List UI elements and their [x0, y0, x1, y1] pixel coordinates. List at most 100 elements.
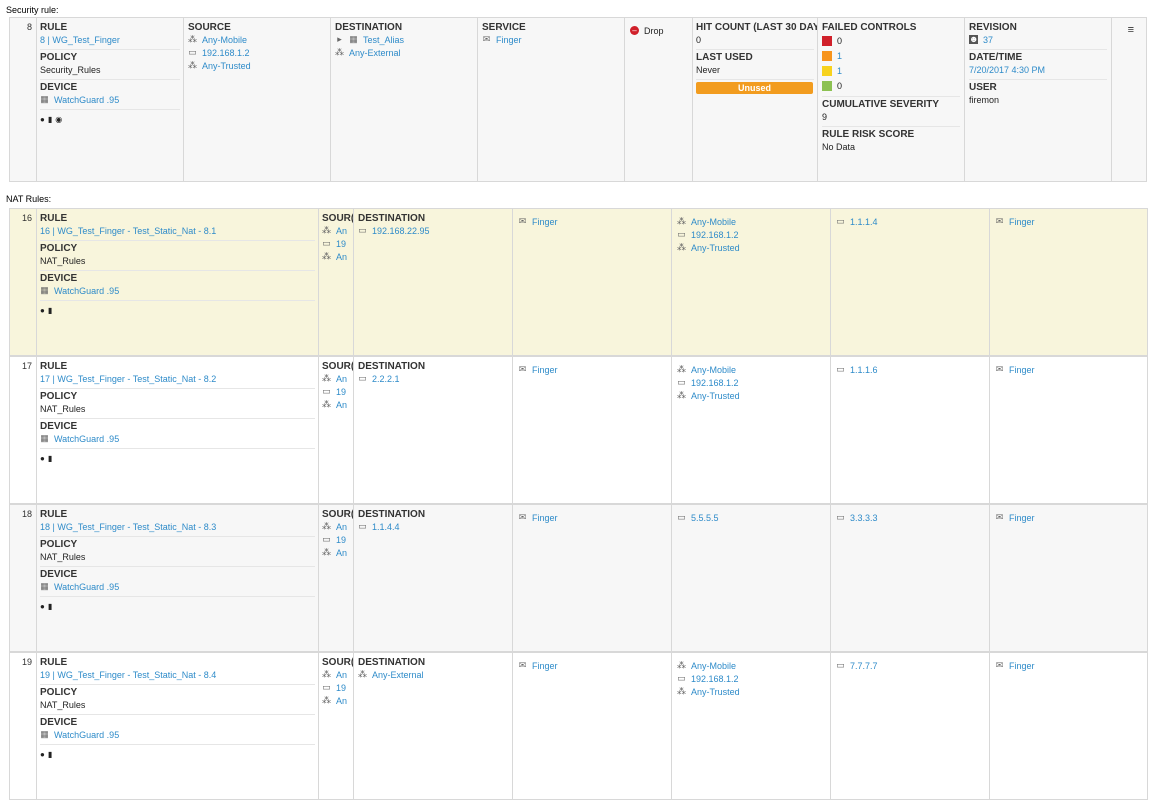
- expand-caret-icon[interactable]: ▸: [335, 35, 344, 44]
- rule-link[interactable]: 16 | WG_Test_Finger - Test_Static_Nat - …: [40, 226, 216, 236]
- row-number: 17: [10, 357, 37, 503]
- source-item[interactable]: 192.168.1.2: [202, 48, 250, 58]
- destination-item[interactable]: Any-External: [349, 48, 401, 58]
- destination-item[interactable]: 2.2.2.1: [372, 374, 400, 384]
- source-header: SOUR(: [322, 509, 354, 520]
- source-item[interactable]: Any-Mobile: [202, 35, 247, 45]
- hamburger-menu-icon[interactable]: ≡: [1128, 24, 1134, 36]
- translated-service-item[interactable]: Finger: [1009, 365, 1035, 375]
- security-rule-row[interactable]: 8 RULE 8 | WG_Test_Finger POLICY Securit…: [9, 17, 1147, 182]
- destination-item[interactable]: Test_Alias: [363, 35, 404, 45]
- translated-source-item[interactable]: 192.168.1.2: [691, 230, 739, 240]
- comment-icon[interactable]: ●: [40, 115, 45, 124]
- translated-service-item[interactable]: Finger: [1009, 513, 1035, 523]
- action-value: Drop: [644, 25, 664, 36]
- source-item[interactable]: An: [336, 374, 347, 384]
- source-item[interactable]: 19: [336, 683, 346, 693]
- rule-link[interactable]: 19 | WG_Test_Finger - Test_Static_Nat - …: [40, 670, 216, 680]
- source-item[interactable]: Any-Trusted: [202, 61, 251, 71]
- source-item[interactable]: 19: [336, 387, 346, 397]
- device-header: DEVICE: [40, 569, 78, 580]
- device-link[interactable]: WatchGuard .95: [54, 582, 119, 592]
- source-item[interactable]: An: [336, 548, 347, 558]
- document-icon[interactable]: ▮: [48, 454, 52, 463]
- source-item[interactable]: An: [336, 670, 347, 680]
- destination-item[interactable]: 1.1.4.4: [372, 522, 400, 532]
- network-icon: ⁂: [335, 47, 344, 57]
- document-icon[interactable]: ▮: [48, 115, 52, 124]
- service-icon: ✉: [518, 364, 527, 374]
- device-link[interactable]: WatchGuard .95: [54, 434, 119, 444]
- history-icon[interactable]: ◉: [55, 115, 62, 124]
- service-item[interactable]: Finger: [532, 365, 558, 375]
- translated-source-item[interactable]: 192.168.1.2: [691, 378, 739, 388]
- destination-item[interactable]: Any-External: [372, 670, 424, 680]
- source-item[interactable]: An: [336, 252, 347, 262]
- nat-rule-row[interactable]: 18 RULE 18 | WG_Test_Finger - Test_Stati…: [9, 504, 1148, 652]
- translated-source-item[interactable]: 192.168.1.2: [691, 674, 739, 684]
- device-link[interactable]: WatchGuard .95: [54, 286, 119, 296]
- translated-source-item[interactable]: Any-Trusted: [691, 391, 740, 401]
- nat-rule-row[interactable]: 19 RULE 19 | WG_Test_Finger - Test_Stati…: [9, 652, 1148, 800]
- failed-high-count[interactable]: 1: [837, 51, 842, 61]
- destination-cell: DESTINATION ▸ ▦ Test_Alias ⁂ Any-External: [331, 18, 478, 181]
- user-value: firemon: [969, 94, 1000, 105]
- hit-count-cell: HIT COUNT (LAST 30 DAYS 0 LAST USED Neve…: [693, 18, 818, 181]
- translated-source-item[interactable]: Any-Trusted: [691, 243, 740, 253]
- source-header: SOUR(: [322, 361, 354, 372]
- document-icon[interactable]: ▮: [48, 750, 52, 759]
- source-item[interactable]: An: [336, 400, 347, 410]
- service-item[interactable]: Finger: [532, 217, 558, 227]
- service-item[interactable]: Finger: [532, 513, 558, 523]
- service-item[interactable]: Finger: [496, 35, 522, 45]
- translated-source-item[interactable]: Any-Mobile: [691, 661, 736, 671]
- service-cell: ✉ Finger: [513, 505, 672, 651]
- rule-link[interactable]: 18 | WG_Test_Finger - Test_Static_Nat - …: [40, 522, 216, 532]
- source-item[interactable]: 19: [336, 535, 346, 545]
- source-item[interactable]: 19: [336, 239, 346, 249]
- translated-destination-item[interactable]: 1.1.1.6: [850, 365, 878, 375]
- service-icon: ✉: [518, 512, 527, 522]
- translated-service-item[interactable]: Finger: [1009, 217, 1035, 227]
- translated-source-item[interactable]: Any-Mobile: [691, 365, 736, 375]
- translated-source-item[interactable]: Any-Mobile: [691, 217, 736, 227]
- nat-rule-row[interactable]: 17 RULE 17 | WG_Test_Finger - Test_Stati…: [9, 356, 1148, 504]
- device-header: DEVICE: [40, 421, 78, 432]
- document-icon[interactable]: ▮: [48, 306, 52, 315]
- policy-value: Security_Rules: [40, 64, 101, 75]
- translated-destination-item[interactable]: 7.7.7.7: [850, 661, 878, 671]
- source-item[interactable]: An: [336, 226, 347, 236]
- translated-service-item[interactable]: Finger: [1009, 661, 1035, 671]
- comment-icon[interactable]: ●: [40, 454, 45, 463]
- datetime-value[interactable]: 7/20/2017 4:30 PM: [969, 65, 1045, 75]
- translated-source-item[interactable]: Any-Trusted: [691, 687, 740, 697]
- drop-icon: –: [630, 26, 639, 35]
- host-icon: ▭: [358, 225, 367, 235]
- host-icon: ▭: [836, 512, 845, 522]
- host-icon: ▭: [322, 682, 331, 692]
- service-icon: ✉: [995, 216, 1004, 226]
- translated-destination-item[interactable]: 1.1.1.4: [850, 217, 878, 227]
- device-link[interactable]: WatchGuard .95: [54, 95, 119, 105]
- source-item[interactable]: An: [336, 696, 347, 706]
- device-link[interactable]: WatchGuard .95: [54, 730, 119, 740]
- rule-link[interactable]: 17 | WG_Test_Finger - Test_Static_Nat - …: [40, 374, 216, 384]
- rule-cell: RULE 17 | WG_Test_Finger - Test_Static_N…: [37, 357, 319, 503]
- comment-icon[interactable]: ●: [40, 750, 45, 759]
- nat-rule-row[interactable]: 16 RULE 16 | WG_Test_Finger - Test_Stati…: [9, 208, 1148, 356]
- last-used-value: Never: [696, 64, 721, 75]
- translated-destination-item[interactable]: 3.3.3.3: [850, 513, 878, 523]
- source-item[interactable]: An: [336, 522, 347, 532]
- revision-link[interactable]: 37: [983, 35, 993, 45]
- destination-item[interactable]: 192.168.22.95: [372, 226, 430, 236]
- comment-icon[interactable]: ●: [40, 306, 45, 315]
- document-icon[interactable]: ▮: [48, 602, 52, 611]
- rule-link[interactable]: 8 | WG_Test_Finger: [40, 35, 120, 45]
- network-icon: ⁂: [677, 242, 686, 252]
- rule-header: RULE: [40, 657, 68, 668]
- translated-source-item[interactable]: 5.5.5.5: [691, 513, 719, 523]
- service-item[interactable]: Finger: [532, 661, 558, 671]
- revision-header: REVISION: [969, 22, 1017, 33]
- comment-icon[interactable]: ●: [40, 602, 45, 611]
- failed-medium-count[interactable]: 1: [837, 66, 842, 76]
